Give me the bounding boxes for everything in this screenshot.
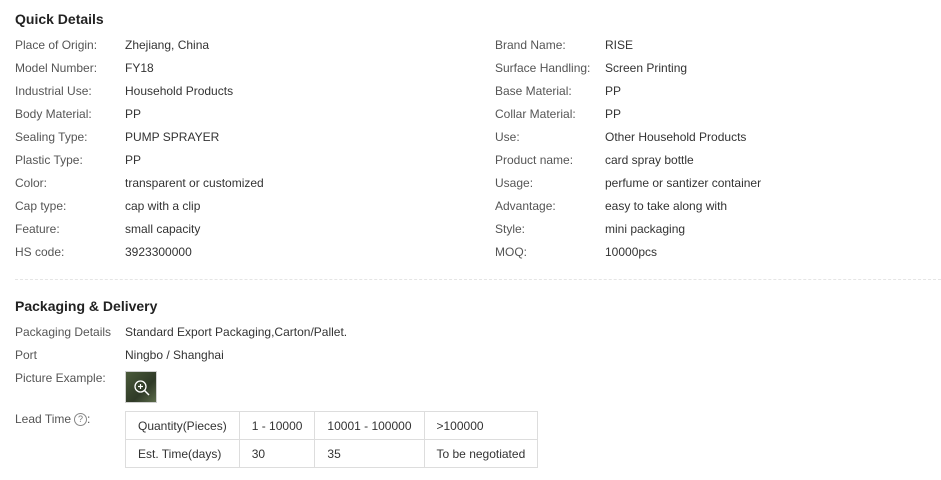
lead-time-colon: : — [87, 412, 91, 426]
table-row: Quantity(Pieces) 1 - 10000 10001 - 10000… — [125, 411, 539, 440]
table-header-cell: Quantity(Pieces) — [125, 411, 240, 440]
port-label: Port — [15, 348, 38, 362]
detail-value: 3923300000 — [125, 245, 192, 259]
detail-label: Model Number: — [15, 61, 98, 75]
detail-value: PP — [125, 107, 142, 121]
port-value: Ningbo / Shanghai — [125, 348, 224, 362]
detail-label: Advantage: — [495, 199, 556, 213]
detail-row: HS code: 3923300000 MOQ: 10000pcs — [0, 243, 941, 266]
table-cell: To be negotiated — [423, 439, 539, 468]
table-header-cell: 10001 - 100000 — [314, 411, 425, 440]
detail-value: Household Products — [125, 84, 234, 98]
detail-label: Industrial Use: — [15, 84, 92, 98]
detail-value: easy to take along with — [605, 199, 728, 213]
detail-label: Sealing Type: — [15, 130, 88, 144]
table-cell: 35 — [314, 439, 425, 468]
table-cell: Est. Time(days) — [125, 439, 240, 468]
quick-details-grid: Place of Origin: Zhejiang, China Brand N… — [0, 36, 941, 266]
table-header-cell: 1 - 10000 — [238, 411, 316, 440]
detail-label: Base Material: — [495, 84, 572, 98]
packaging-details-label: Packaging Details — [15, 325, 112, 339]
detail-label: Place of Origin: — [15, 38, 98, 52]
lead-time-label: Lead Time — [15, 412, 72, 426]
detail-label: Color: — [15, 176, 48, 190]
detail-label: Product name: — [495, 153, 574, 167]
detail-value: PP — [125, 153, 142, 167]
zoom-in-icon — [134, 380, 150, 396]
detail-label: Feature: — [15, 222, 60, 236]
detail-label: Collar Material: — [495, 107, 576, 121]
table-header-cell: >100000 — [423, 411, 539, 440]
help-icon[interactable]: ? — [74, 413, 88, 426]
detail-label: Surface Handling: — [495, 61, 591, 75]
detail-label: Body Material: — [15, 107, 92, 121]
detail-value: FY18 — [125, 61, 154, 75]
detail-value: 10000pcs — [605, 245, 658, 259]
table-row: Est. Time(days) 30 35 To be negotiated — [125, 439, 539, 468]
product-details-page: Quick Details Place of Origin: Zhejiang,… — [0, 0, 941, 480]
detail-label: Brand Name: — [495, 38, 566, 52]
detail-value: transparent or customized — [125, 176, 264, 190]
detail-row: Sealing Type: PUMP SPRAYER Use: Other Ho… — [0, 128, 941, 151]
detail-row: Cap type: cap with a clip Advantage: eas… — [0, 197, 941, 220]
detail-value: Screen Printing — [605, 61, 688, 75]
section-divider — [15, 279, 941, 280]
detail-label: Style: — [495, 222, 526, 236]
detail-value: PP — [605, 107, 622, 121]
quick-details-title: Quick Details — [15, 11, 104, 27]
lead-time-table: Quantity(Pieces) 1 - 10000 10001 - 10000… — [125, 411, 539, 468]
picture-thumbnail[interactable] — [125, 371, 157, 403]
detail-value: Other Household Products — [605, 130, 747, 144]
detail-label: Use: — [495, 130, 520, 144]
packaging-delivery-title: Packaging & Delivery — [15, 298, 158, 314]
detail-value: card spray bottle — [605, 153, 694, 167]
detail-value: small capacity — [125, 222, 201, 236]
detail-row: Feature: small capacity Style: mini pack… — [0, 220, 941, 243]
packaging-details-value: Standard Export Packaging,Carton/Pallet. — [125, 325, 348, 339]
detail-row: Place of Origin: Zhejiang, China Brand N… — [0, 36, 941, 59]
table-cell: 30 — [238, 439, 316, 468]
detail-label: Plastic Type: — [15, 153, 83, 167]
picture-example-label: Picture Example: — [15, 371, 106, 385]
detail-value: Zhejiang, China — [125, 38, 210, 52]
detail-label: Cap type: — [15, 199, 67, 213]
detail-row: Industrial Use: Household Products Base … — [0, 82, 941, 105]
lead-time-label-wrap: Lead Time?: — [15, 412, 90, 426]
detail-value: perfume or santizer container — [605, 176, 762, 190]
detail-row: Model Number: FY18 Surface Handling: Scr… — [0, 59, 941, 82]
detail-value: RISE — [605, 38, 634, 52]
detail-row: Plastic Type: PP Product name: card spra… — [0, 151, 941, 174]
detail-value: PP — [605, 84, 622, 98]
detail-label: MOQ: — [495, 245, 527, 259]
detail-label: HS code: — [15, 245, 65, 259]
detail-value: PUMP SPRAYER — [125, 130, 220, 144]
detail-row: Color: transparent or customized Usage: … — [0, 174, 941, 197]
detail-label: Usage: — [495, 176, 534, 190]
detail-value: cap with a clip — [125, 199, 201, 213]
detail-value: mini packaging — [605, 222, 686, 236]
detail-row: Body Material: PP Collar Material: PP — [0, 105, 941, 128]
